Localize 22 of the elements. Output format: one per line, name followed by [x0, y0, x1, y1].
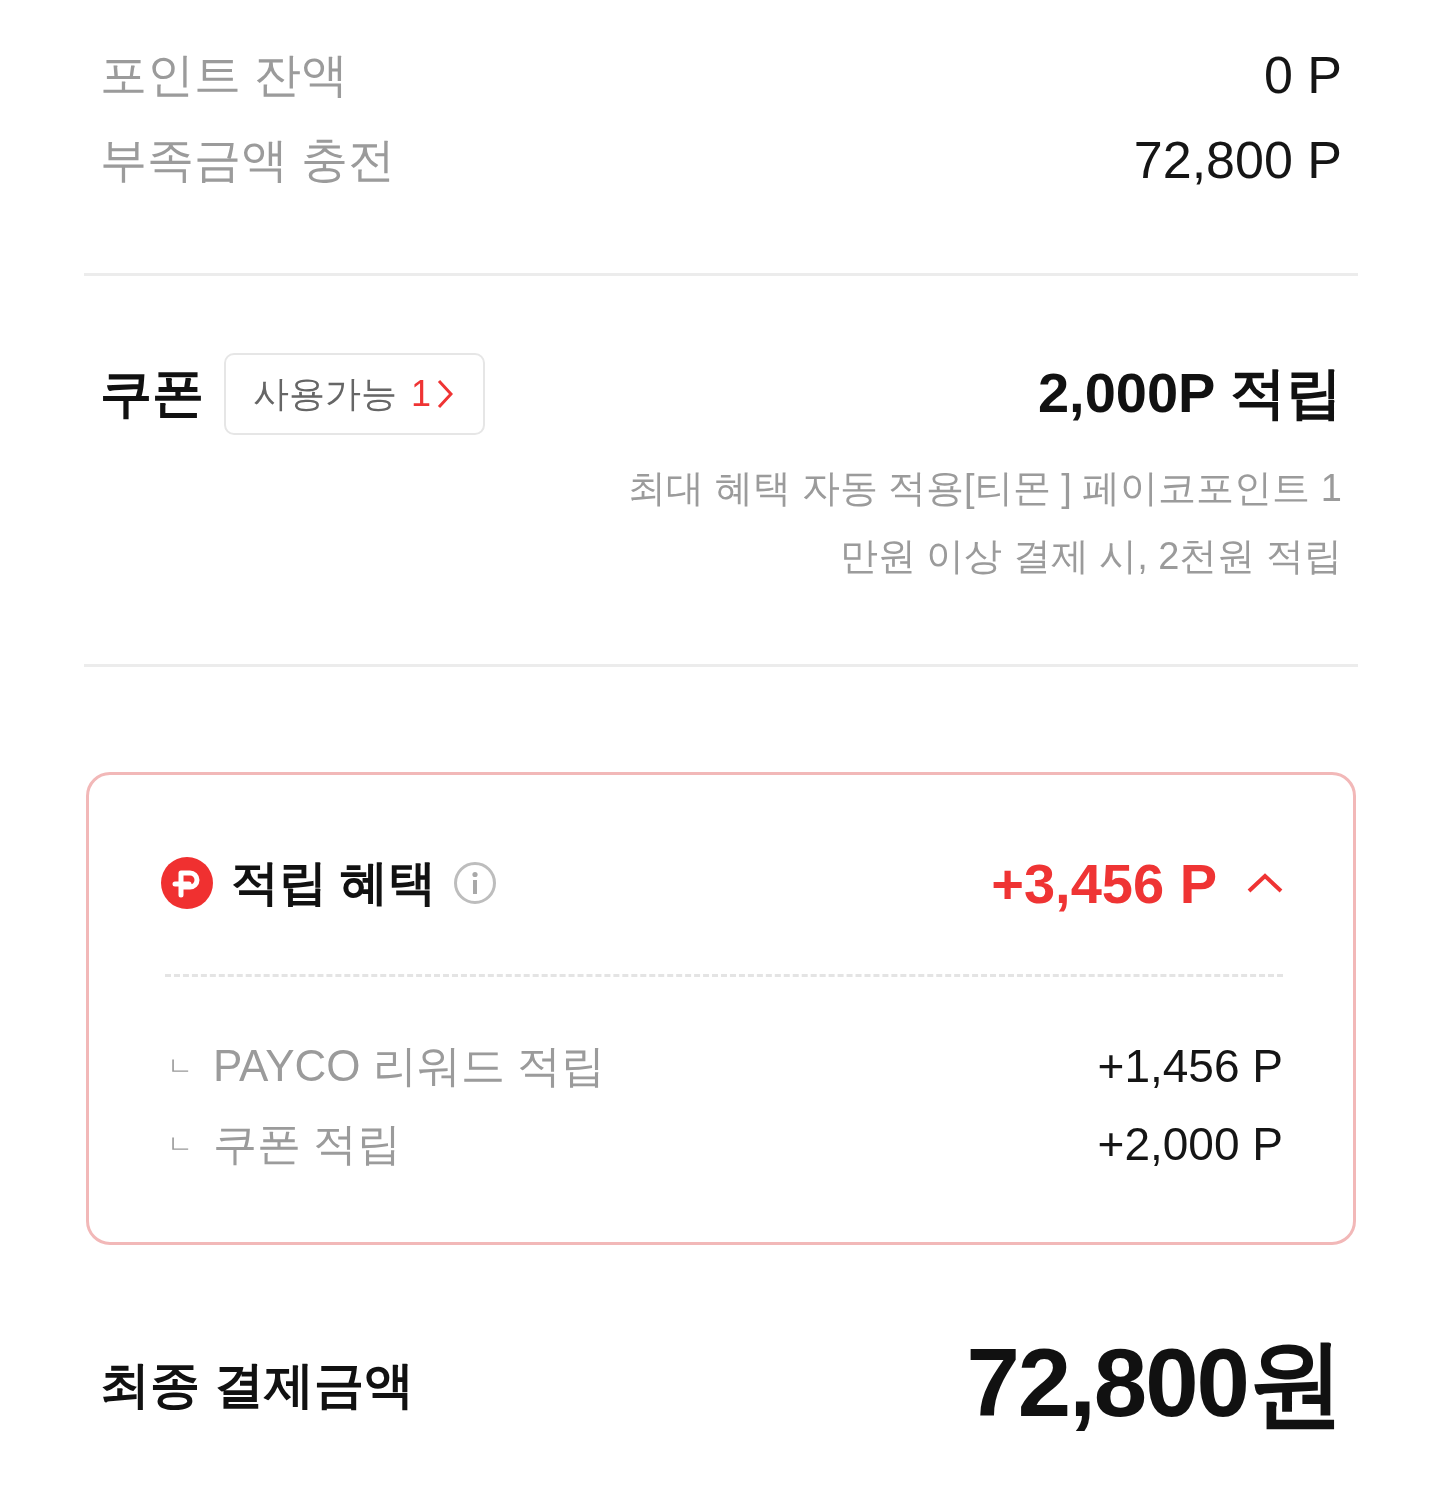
- available-coupons-button[interactable]: 사용가능 1: [224, 353, 486, 435]
- balance-label: 포인트 잔액: [100, 47, 349, 103]
- balance-value: 0 P: [1263, 45, 1342, 105]
- benefits-total: +3,456 P: [991, 850, 1217, 916]
- branch-marker: ㄴ: [166, 1049, 193, 1083]
- final-payment-label: 최종 결제금액: [100, 1355, 414, 1415]
- coupon-description: 최대 혜택 자동 적용[티몬 ] 페이코포인트 1만원 이상 결제 시, 2천원 적립: [627, 466, 1342, 579]
- chevron-right-icon: [437, 379, 454, 409]
- coupon-reward: 2,000P 적립: [1037, 360, 1342, 426]
- branch-marker: ㄴ: [166, 1127, 193, 1161]
- info-icon[interactable]: [454, 862, 497, 904]
- benefit-value: +2,000 P: [1097, 1117, 1283, 1171]
- balance-label: 부족금액 충전: [100, 132, 396, 188]
- benefit-value: +1,456 P: [1097, 1039, 1283, 1093]
- benefit-label: 쿠폰 적립: [213, 1117, 402, 1170]
- benefits-title: 적립 혜택: [231, 855, 437, 911]
- coupon-title: 쿠폰: [100, 363, 204, 424]
- benefit-label: PAYCO 리워드 적립: [213, 1039, 605, 1092]
- balance-value: 72,800 P: [1133, 130, 1342, 190]
- point-logo-icon: [161, 857, 213, 909]
- chevron-up-icon[interactable]: [1247, 873, 1283, 893]
- final-payment-amount: 72,800원: [966, 1328, 1342, 1438]
